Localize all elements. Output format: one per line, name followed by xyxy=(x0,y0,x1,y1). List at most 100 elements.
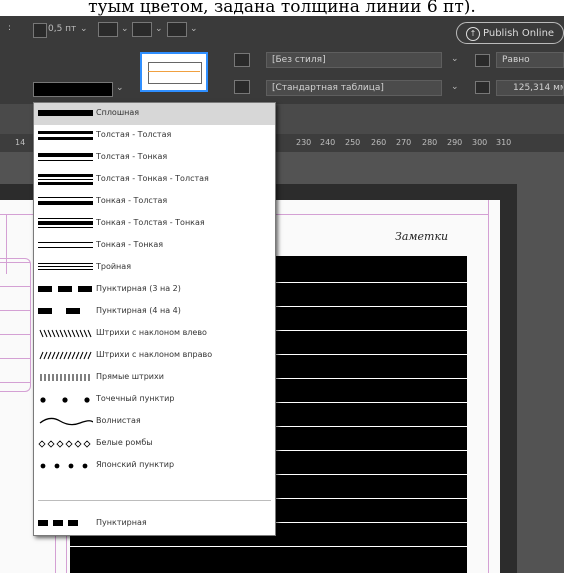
fill-icon[interactable] xyxy=(132,22,152,37)
menu-item-thin-thick-thin[interactable]: Тонкая - Толстая - Тонкая xyxy=(34,213,275,235)
menu-item-left-slant[interactable]: Штрихи с наклоном влево xyxy=(34,323,275,345)
dashed-3-2-stroke-icon xyxy=(38,286,92,292)
row-height-icon xyxy=(475,81,490,94)
notes-heading: Заметки xyxy=(395,230,449,243)
menu-item-label: Прямые штрихи xyxy=(96,372,164,381)
menu-item-label: Сплошная xyxy=(96,108,140,117)
table-row-line xyxy=(70,546,467,547)
menu-item-thin-thick[interactable]: Тонкая - Толстая xyxy=(34,191,275,213)
cell-stroke-preview[interactable] xyxy=(140,52,208,92)
left-slant-hash-icon xyxy=(39,329,92,338)
menu-item-label: Толстая - Толстая xyxy=(96,130,172,139)
menu-item-label: Пунктирная (4 на 4) xyxy=(96,306,181,315)
ruler-tick: 290 xyxy=(447,138,463,147)
menu-item-right-slant[interactable]: Штрихи с наклоном вправо xyxy=(34,345,275,367)
menu-item-white-diamonds[interactable]: Белые ромбы xyxy=(34,433,275,455)
table-style-icon xyxy=(234,53,250,67)
stroke-weight-value[interactable]: 0,5 пт xyxy=(48,24,76,34)
menu-item-thin-thin[interactable]: Тонкая - Тонкая xyxy=(34,235,275,257)
table-style-chevron-icon[interactable]: ⌄ xyxy=(451,82,459,92)
ruler-tick: 300 xyxy=(472,138,488,147)
ruler-tick: 14 xyxy=(15,138,26,147)
solid-stroke-icon xyxy=(38,110,93,116)
row-height-select[interactable]: Равно xyxy=(496,52,564,68)
publish-icon: ↑ xyxy=(466,27,480,41)
stroke-type-chevron-icon[interactable]: ⌄ xyxy=(116,83,124,93)
object-style-field[interactable]: [Без стиля] xyxy=(266,52,442,68)
triple-stroke-icon xyxy=(38,263,93,270)
japanese-dots-icon xyxy=(40,463,88,469)
right-slant-hash-icon xyxy=(39,351,92,360)
thin-thick-thin-stroke-icon xyxy=(38,218,93,228)
fill-chevron-icon[interactable]: ⌄ xyxy=(155,24,163,34)
menu-item-wavy[interactable]: Волнистая xyxy=(34,411,275,433)
thin-thin-stroke-icon xyxy=(38,242,93,248)
publish-online-button[interactable]: ↑ Publish Online xyxy=(456,22,564,44)
menu-item-label: Пунктирная xyxy=(96,518,147,527)
size-field[interactable]: 125,314 мм xyxy=(496,80,564,96)
ruler-tick: 250 xyxy=(345,138,361,147)
dotted-stroke-icon xyxy=(40,397,90,403)
stroke-type-swatch[interactable] xyxy=(33,82,113,97)
menu-item-japanese-dots[interactable]: Японский пунктир xyxy=(34,455,275,477)
menu-item-label: Волнистая xyxy=(96,416,141,425)
white-diamonds-icon xyxy=(38,440,91,448)
menu-item-solid[interactable]: Сплошная xyxy=(34,103,275,125)
menu-item-label: Толстая - Тонкая xyxy=(96,152,168,161)
menu-item-dashed-3-2[interactable]: Пунктирная (3 на 2) xyxy=(34,279,275,301)
wavy-stroke-icon xyxy=(39,417,93,426)
ruler-tick: 310 xyxy=(496,138,512,147)
stroke-chevron-icon[interactable]: ⌄ xyxy=(121,24,129,34)
menu-separator xyxy=(38,500,271,501)
menu-item-label: Штрихи с наклоном вправо xyxy=(96,350,213,359)
menu-item-dashed-4-4[interactable]: Пунктирная (4 на 4) xyxy=(34,301,275,323)
menu-item-thick-thin-thick[interactable]: Толстая - Тонкая - Толстая xyxy=(34,169,275,191)
grid-chevron-icon[interactable]: ⌄ xyxy=(190,24,198,34)
cell-stroke-preview-inner xyxy=(148,62,202,84)
table-style-field[interactable]: [Стандартная таблица] xyxy=(266,80,442,96)
menu-item-label: Японский пунктир xyxy=(96,460,175,469)
menu-item-label: Пунктирная (3 на 2) xyxy=(96,284,181,293)
menu-item-dotted[interactable]: Точечный пунктир xyxy=(34,389,275,411)
menu-item-label: Штрихи с наклоном влево xyxy=(96,328,207,337)
ruler-tick: 270 xyxy=(396,138,412,147)
grid-icon[interactable] xyxy=(167,22,187,37)
menu-item-label: Толстая - Тонкая - Толстая xyxy=(96,174,209,183)
document-caption-text: туым цветом, задана толщина линии 6 пт). xyxy=(0,0,564,16)
menu-item-label: Тонкая - Толстая xyxy=(96,196,168,205)
toolbar-row-marker: : xyxy=(8,23,12,33)
dashed-4-4-stroke-icon xyxy=(38,308,80,314)
menu-item-label: Точечный пунктир xyxy=(96,394,175,403)
left-table-frame xyxy=(0,258,31,392)
thin-thick-stroke-icon xyxy=(38,197,93,205)
thick-thin-stroke-icon xyxy=(38,153,93,161)
menu-item-label: Белые ромбы xyxy=(96,438,153,447)
menu-item-thick-thin[interactable]: Толстая - Тонкая xyxy=(34,147,275,169)
stroke-weight-stepper[interactable] xyxy=(33,23,47,38)
ruler-tick: 230 xyxy=(296,138,312,147)
menu-item-dashed[interactable]: Пунктирная xyxy=(34,513,275,535)
straight-hash-icon xyxy=(40,374,90,381)
cell-style-icon xyxy=(234,80,250,94)
cell-stroke-preview-line xyxy=(148,71,200,72)
ruler-tick: 260 xyxy=(371,138,387,147)
ruler-tick: 280 xyxy=(422,138,438,147)
stroke-type-menu: Сплошная Толстая - Толстая Толстая - Тон… xyxy=(33,102,276,536)
stroke-weight-chevron-icon[interactable]: ⌄ xyxy=(80,24,88,34)
publish-online-label: Publish Online xyxy=(483,28,555,39)
menu-item-label: Тонкая - Тонкая xyxy=(96,240,164,249)
menu-item-triple[interactable]: Тройная xyxy=(34,257,275,279)
menu-item-straight-hash[interactable]: Прямые штрихи xyxy=(34,367,275,389)
control-toolbar: : 0,5 пт ⌄ ⌄ ⌄ ⌄ [Без стиля] [Стандартна… xyxy=(0,16,564,104)
page-margin-guide xyxy=(488,200,489,573)
thick-thin-thick-stroke-icon xyxy=(38,174,93,185)
column-icon xyxy=(475,54,490,67)
dashed-stroke-icon xyxy=(38,520,78,526)
menu-item-label: Тонкая - Толстая - Тонкая xyxy=(96,218,205,227)
stroke-icon[interactable] xyxy=(98,22,118,37)
ruler-tick: 240 xyxy=(320,138,336,147)
menu-item-label: Тройная xyxy=(96,262,132,271)
object-style-chevron-icon[interactable]: ⌄ xyxy=(451,54,459,64)
menu-item-thick-thick[interactable]: Толстая - Толстая xyxy=(34,125,275,147)
thick-thick-stroke-icon xyxy=(38,131,93,140)
